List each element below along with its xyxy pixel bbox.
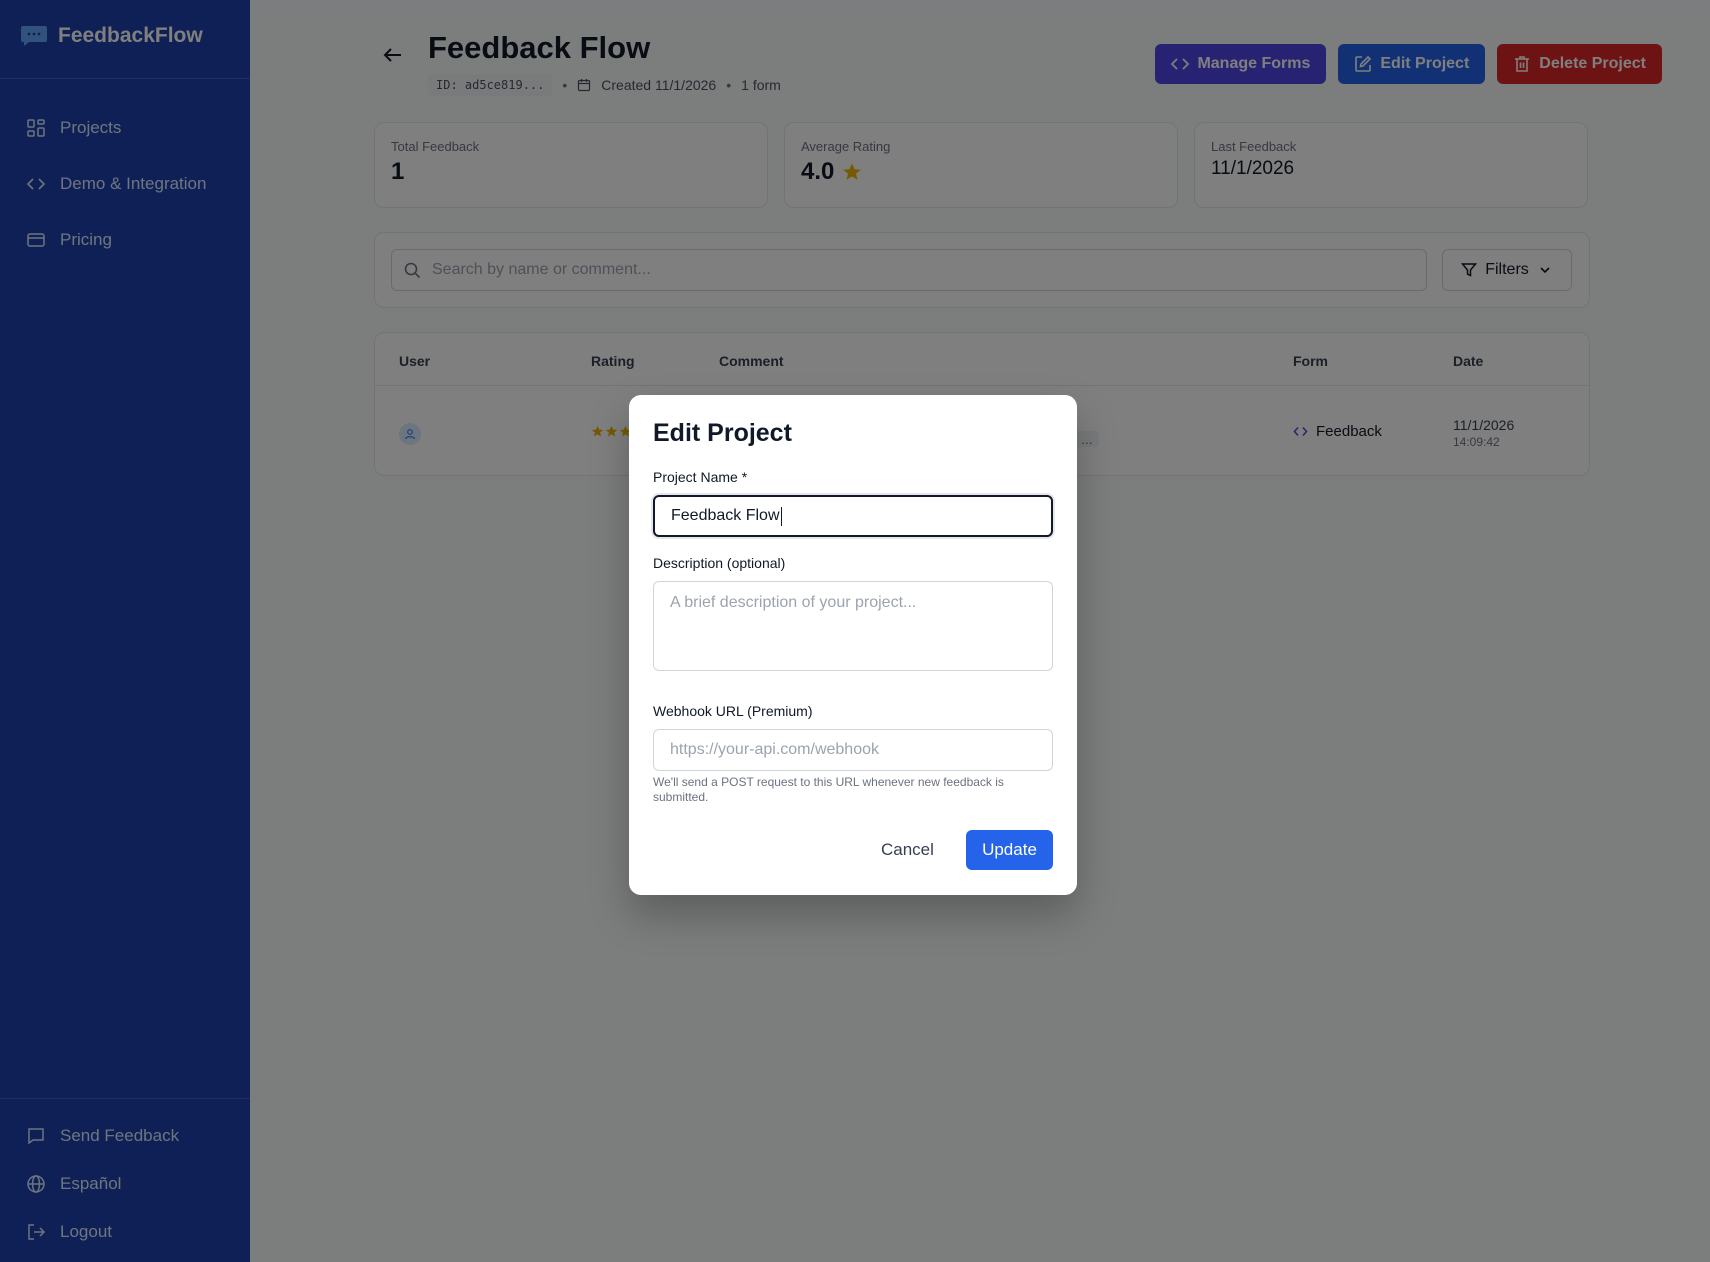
project-name-label: Project Name * <box>653 469 748 485</box>
webhook-url-input[interactable]: https://your-api.com/webhook <box>653 729 1053 771</box>
webhook-placeholder: https://your-api.com/webhook <box>670 741 879 758</box>
description-textarea[interactable]: A brief description of your project... <box>653 581 1053 671</box>
description-label: Description (optional) <box>653 555 786 571</box>
update-button[interactable]: Update <box>966 830 1053 870</box>
webhook-label: Webhook URL (Premium) <box>653 703 813 719</box>
description-placeholder: A brief description of your project... <box>670 594 917 611</box>
cancel-button[interactable]: Cancel <box>869 830 946 870</box>
project-name-input[interactable]: Feedback Flow <box>653 495 1053 537</box>
text-caret <box>780 506 782 526</box>
project-name-value: Feedback Flow <box>671 507 780 524</box>
edit-project-dialog: Edit Project Project Name * Feedback Flo… <box>629 395 1077 895</box>
dialog-title: Edit Project <box>653 419 792 447</box>
webhook-help-text: We'll send a POST request to this URL wh… <box>653 775 1004 804</box>
